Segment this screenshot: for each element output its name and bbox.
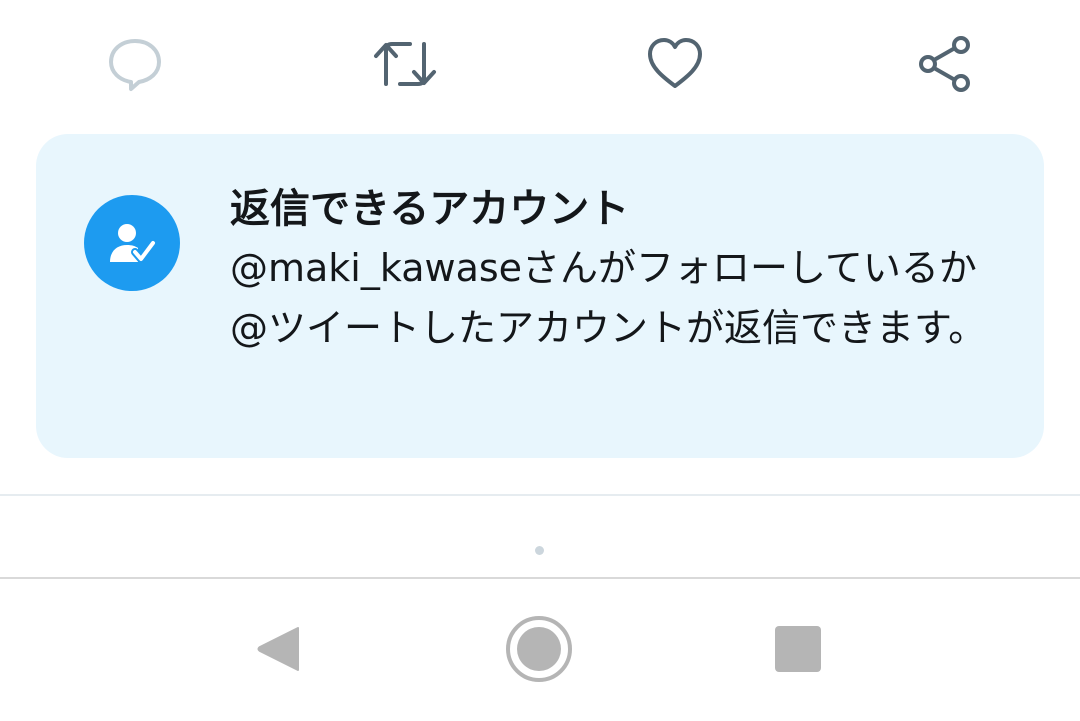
section-divider bbox=[0, 494, 1080, 496]
tweet-action-bar bbox=[0, 22, 1080, 106]
recents-button[interactable] bbox=[758, 609, 838, 689]
reply-restriction-badge bbox=[84, 195, 180, 291]
reply-restriction-text: 返信できるアカウント @maki_kawaseさんがフォローしているか@ツイート… bbox=[230, 180, 1000, 358]
back-triangle-icon bbox=[257, 627, 299, 671]
back-button[interactable] bbox=[239, 609, 319, 689]
reply-restriction-description: @maki_kawaseさんがフォローしているか@ツイートしたアカウントが返信で… bbox=[230, 246, 987, 350]
reply-restriction-card: 返信できるアカウント @maki_kawaseさんがフォローしているか@ツイート… bbox=[36, 134, 1044, 458]
scroll-indicator bbox=[535, 546, 544, 555]
recents-square-icon bbox=[775, 626, 821, 672]
heart-icon bbox=[648, 38, 702, 88]
reply-restriction-title: 返信できるアカウント bbox=[230, 186, 630, 232]
system-navigation-bar bbox=[0, 579, 1080, 721]
home-button[interactable] bbox=[499, 609, 579, 689]
tweet-detail-screen: 返信できるアカウント @maki_kawaseさんがフォローしているか@ツイート… bbox=[0, 0, 1080, 721]
reply-icon bbox=[109, 39, 161, 91]
share-icon bbox=[919, 36, 970, 92]
retweet-icon bbox=[374, 42, 436, 86]
person-check-icon bbox=[110, 224, 157, 263]
retweet-button[interactable] bbox=[363, 22, 447, 106]
home-circle-icon bbox=[506, 616, 572, 682]
share-button[interactable] bbox=[903, 22, 987, 106]
like-button[interactable] bbox=[633, 22, 717, 106]
reply-button[interactable] bbox=[93, 22, 177, 106]
